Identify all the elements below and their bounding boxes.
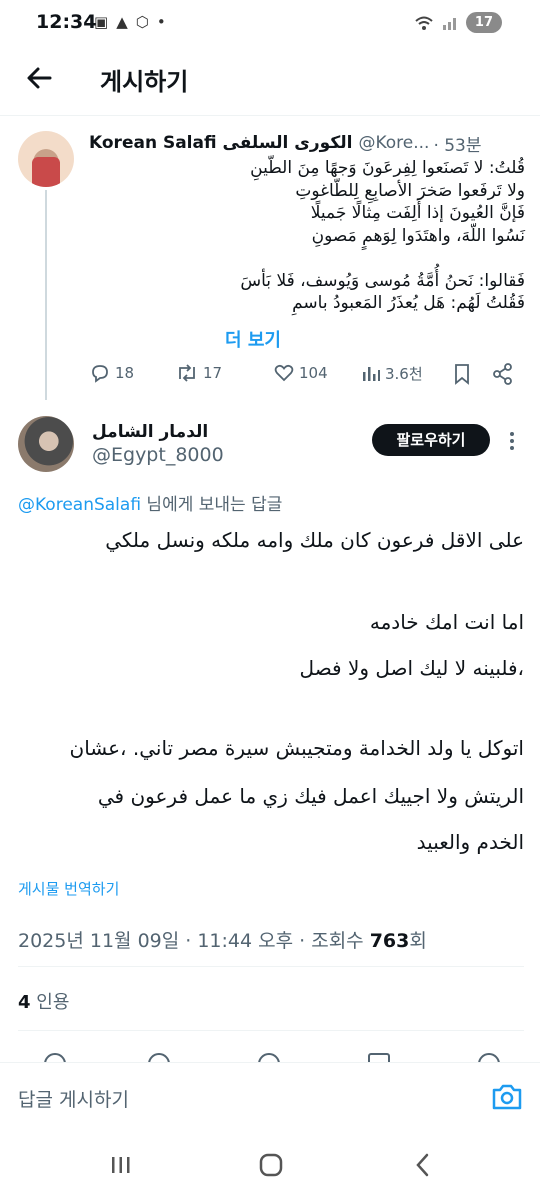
replying-to-mention[interactable]: @KoreanSalafi [18,495,141,515]
show-more-link[interactable]: 더 보기 [225,326,281,352]
recent-apps-icon[interactable] [108,1152,134,1178]
divider [18,1030,524,1031]
reply-icon [92,365,108,383]
tweet-metadata: 2025년 11월 09일 · 11:44 오후 · 조회수 763회 [18,926,427,953]
battery-indicator: 17 [465,12,502,33]
avatar-egypt-8000[interactable] [18,416,74,472]
warning-icon: ▲ [116,13,128,31]
reply-line: على الاقل فرعون كان ملك وامه ملكه ونسل م… [105,528,524,552]
tweet-line: فَقالوا: نَحنُ أُمَّةُ مُوسى وَيُوسف، فَ… [240,270,525,291]
views-button[interactable]: 3.6천 [361,362,423,384]
repost-button[interactable]: 17 [175,362,222,384]
tweet-line: قُلتُ: لا تَصنَعوا لِفِرعَونَ وَجهًا مِن… [250,158,525,178]
author-name[interactable]: Korean Salafi الكورى السلفى [89,133,352,153]
original-tweet-actions: 18 17 104 3.6천 [89,362,525,390]
reply-button[interactable]: 18 [89,362,134,384]
quote-count: 4 [18,992,31,1013]
status-time: 12:34 [36,11,97,33]
reply-line: ،فلبينه لا ليك اصل ولا فصل [299,656,524,680]
repost-icon [179,364,195,382]
more-icon[interactable] [506,430,518,452]
page-title: 게시하기 [100,68,189,96]
tweet-line: نَسُوا اللّهَ، واهتَدَوا لِوَهمٍ مَصونِ [311,225,525,246]
author-handle[interactable]: @Kore... [358,133,429,153]
bar-chart-icon [363,367,380,381]
replying-to-suffix: 님에게 보내는 답글 [141,495,283,515]
like-count: 104 [299,364,328,382]
tweet-time: · 53분 [433,135,482,156]
reply-author-handle[interactable]: @Egypt_8000 [92,444,224,466]
quotes-link[interactable]: 4 인용 [18,988,69,1014]
replying-to-label: @KoreanSalafi 님에게 보내는 답글 [18,490,282,515]
reply-line: الخدم والعبيد [416,830,524,854]
tweet-line: فَإنَّ العُيونَ إذا أَلِفَت مِثالًا جَمي… [310,203,525,223]
status-bar: 12:34 ▣ ▲ ⬡ • 17 [0,0,540,46]
home-icon[interactable] [258,1152,284,1178]
reply-composer[interactable]: 답글 게시하기 [0,1062,540,1132]
camera-icon[interactable] [490,1082,524,1112]
system-navigation-bar [0,1132,540,1199]
original-tweet-text[interactable]: قُلتُ: لا تَصنَعوا لِفِرعَونَ وَجهًا مِن… [89,157,525,315]
reply-line: الريتش ولا اجييك اعمل فيك زي ما عمل فرعو… [97,784,524,808]
tweet-line: ولا تَرفَعوا صَخرَ الأصابِعِ لِلطّاغوتِ [295,180,525,201]
views-count: 763 [369,930,410,952]
reply-input[interactable]: 답글 게시하기 [18,1085,129,1112]
share-icon[interactable] [491,362,515,386]
reply-count: 18 [115,364,135,382]
thread-line [45,190,47,400]
quote-label: 인용 [30,992,70,1013]
tweet-line [89,247,525,270]
reply-line: اما انت امك خادمه [369,610,524,634]
reply-line: اتوكل يا ولد الخدامة ومتجيبش سيرة مصر تا… [69,736,525,760]
dot-icon: • [156,13,166,31]
original-tweet-header: Korean Salafi الكورى السلفى @Kore... · 5… [89,130,525,156]
tweet-line: فَقُلتُ لَهُم: هَل يُعذَرُ المَعبودُ باس… [292,293,525,313]
wifi-icon [415,16,433,30]
divider [18,966,524,967]
view-count: 3.6천 [385,364,423,383]
timestamp: 2025년 11월 09일 · 11:44 오후 · 조회수 [18,930,370,952]
heart-icon [274,364,294,382]
app-icon: ⬡ [135,13,149,31]
views-suffix: 회 [409,930,427,952]
repost-count: 17 [203,364,223,382]
reply-author-name[interactable]: الدمار الشامل [92,422,208,442]
translate-post-link[interactable]: 게시물 번역하기 [18,878,119,899]
arrow-left-icon[interactable] [22,60,58,96]
top-app-bar: 게시하기 [0,46,540,116]
signal-icon [442,17,456,30]
gallery-icon: ▣ [94,13,109,31]
like-button[interactable]: 104 [273,362,328,384]
status-system-icons: 17 [414,12,502,33]
follow-button[interactable]: 팔로우하기 [372,424,490,456]
avatar-korean-salafi[interactable] [18,131,74,187]
bookmark-icon[interactable] [451,362,473,386]
back-icon[interactable] [410,1152,436,1178]
status-notification-icons: ▣ ▲ ⬡ • [94,12,166,32]
